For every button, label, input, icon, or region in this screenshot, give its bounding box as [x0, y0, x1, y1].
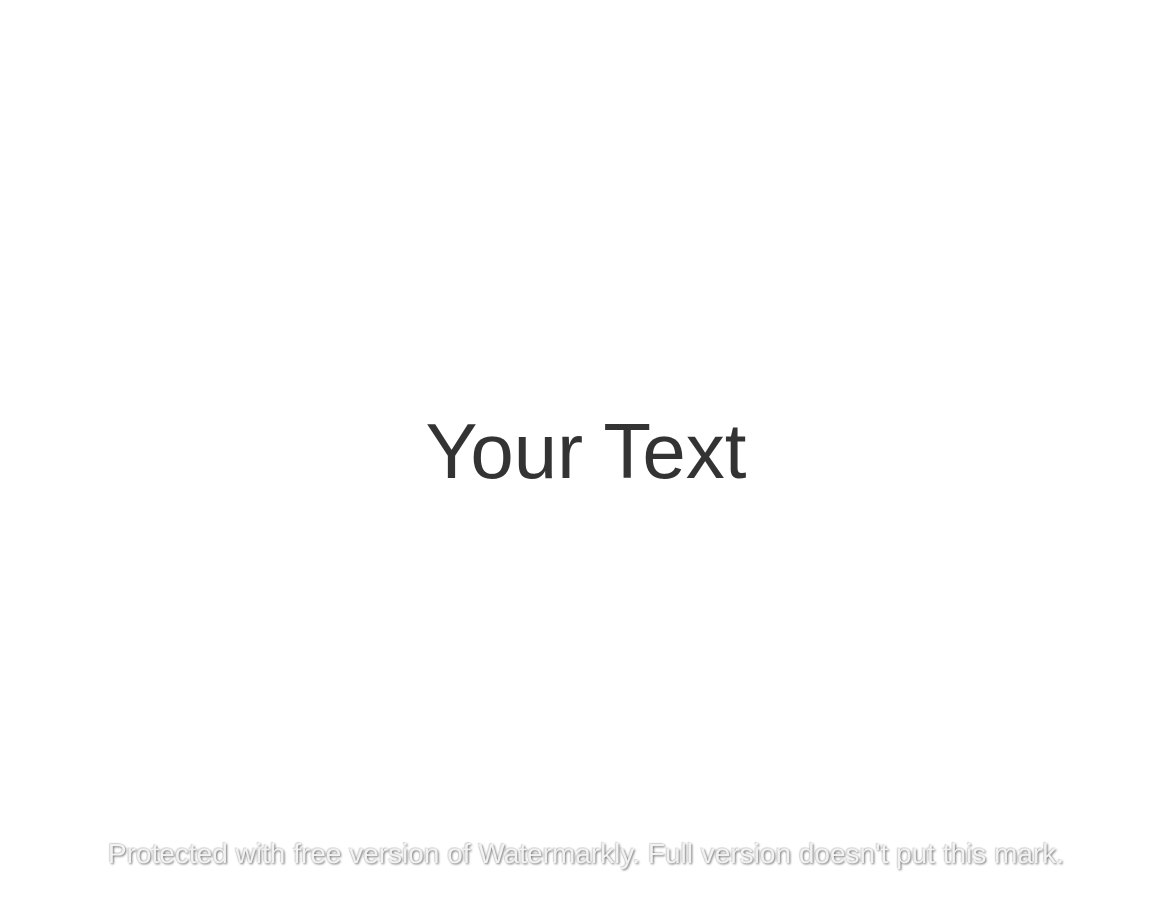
watermark-text: Protected with free version of Watermark… [107, 838, 1065, 869]
image-canvas: Your Text Protected with free version of… [0, 0, 1172, 904]
main-text: Your Text [425, 407, 747, 495]
